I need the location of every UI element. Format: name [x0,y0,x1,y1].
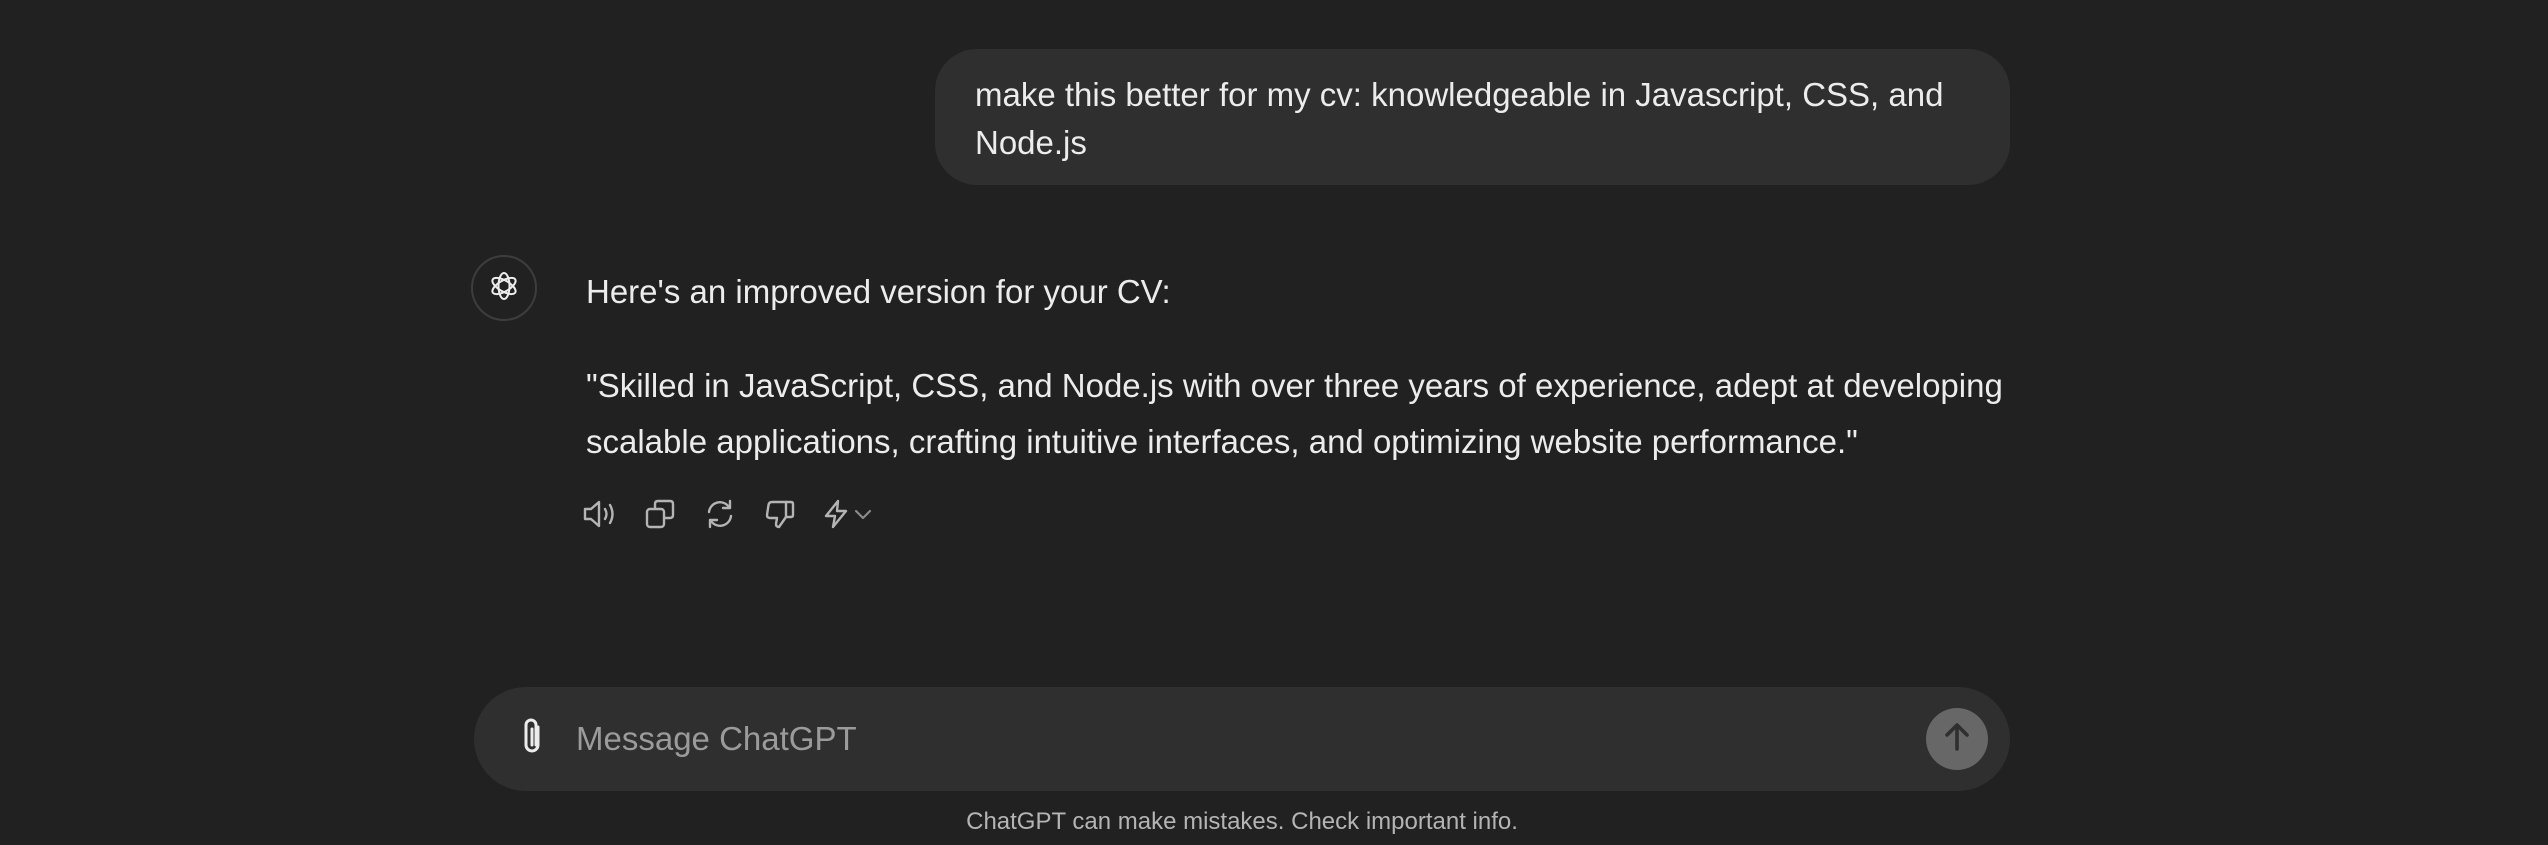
thumbs-down-icon [764,498,796,535]
send-button[interactable] [1926,708,1988,770]
read-aloud-button[interactable] [580,496,620,536]
arrow-up-icon [1942,721,1972,758]
lightning-icon [820,498,852,535]
assistant-avatar [471,255,537,321]
speaker-icon [582,498,618,535]
message-composer [474,687,2010,791]
assistant-quote: "Skilled in JavaScript, CSS, and Node.js… [586,367,2003,460]
openai-logo-icon [486,268,522,309]
attach-button[interactable] [510,717,554,761]
assistant-message: Here's an improved version for your CV: … [586,268,2026,470]
regenerate-button[interactable] [700,496,740,536]
user-message-text: make this better for my cv: knowledgeabl… [975,76,1944,161]
bad-response-button[interactable] [760,496,800,536]
disclaimer-text: ChatGPT can make mistakes. Check importa… [966,808,1518,835]
chat-page: make this better for my cv: knowledgeabl… [0,0,2548,845]
copy-button[interactable] [640,496,680,536]
assistant-intro: Here's an improved version for your CV: [586,273,1171,310]
message-input[interactable] [576,711,1876,767]
chevron-down-icon [852,504,874,529]
message-actions [580,496,884,536]
user-message-bubble: make this better for my cv: knowledgeabl… [935,49,2010,185]
regenerate-icon [704,498,736,535]
paperclip-icon [517,716,547,763]
copy-icon [644,498,676,535]
switch-model-button[interactable] [820,496,884,536]
